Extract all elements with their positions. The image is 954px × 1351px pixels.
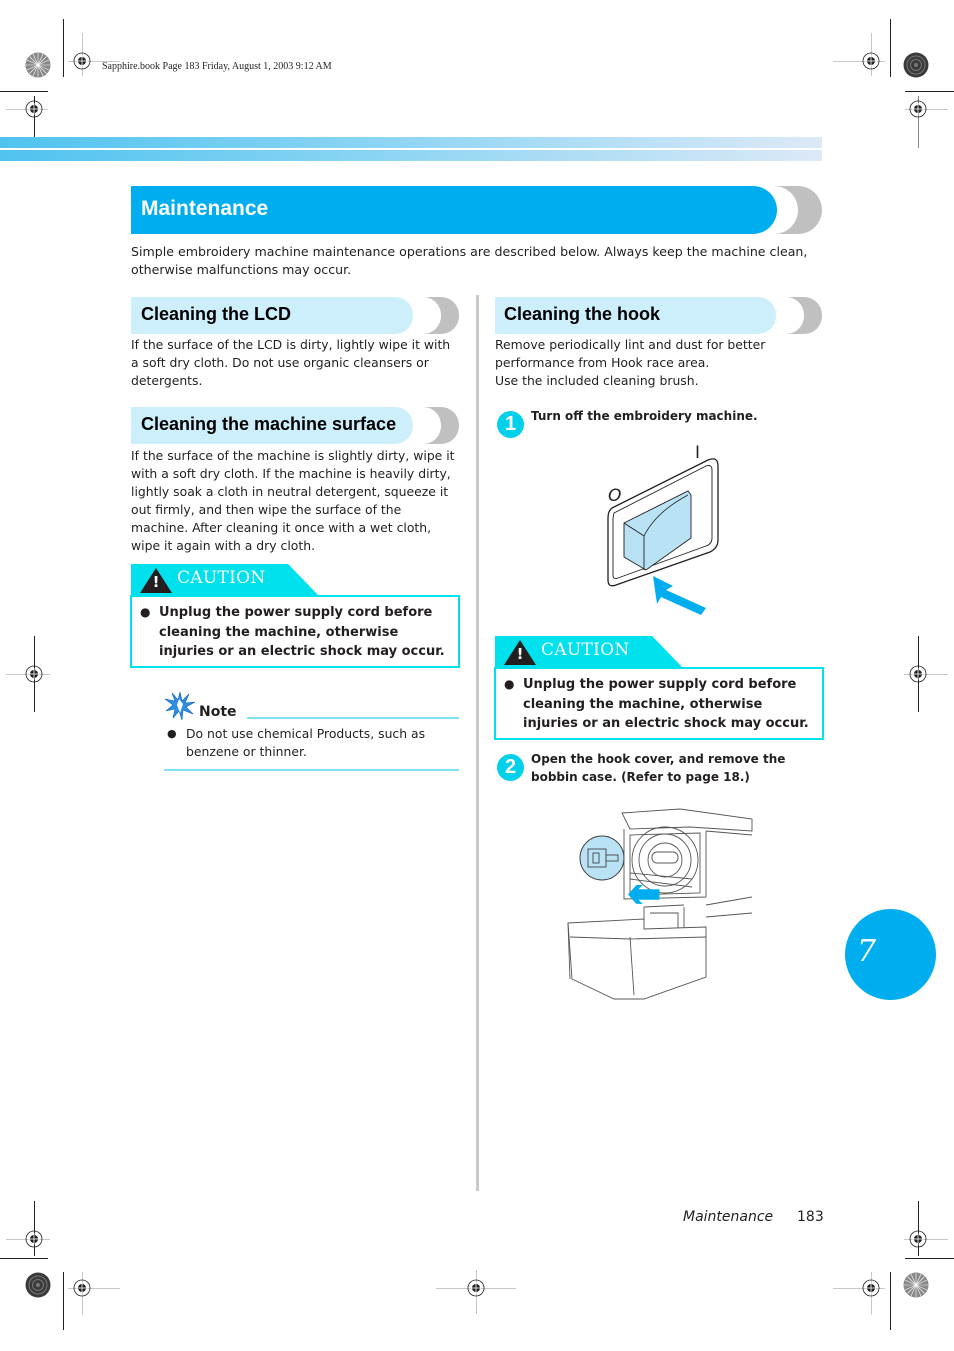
crop-line <box>63 19 64 77</box>
section-heading: Cleaning the LCD <box>141 304 292 324</box>
crop-line <box>63 1272 64 1330</box>
chapter-number: 7 <box>857 934 877 969</box>
press-arrow-icon <box>653 576 706 615</box>
crop-line <box>0 1258 48 1259</box>
note-rule-top <box>247 717 459 719</box>
step-number-1: 1 <box>497 411 524 438</box>
crop-line <box>890 19 891 77</box>
registration-mark-icon <box>25 665 43 683</box>
section-header-hook: Cleaning the hook <box>495 297 823 334</box>
crop-line <box>905 91 954 92</box>
color-rosette-icon <box>903 52 929 78</box>
footer-section-title: Maintenance <box>683 1209 774 1225</box>
power-switch-figure: I O <box>607 443 719 615</box>
step-text-1: Turn off the embroidery machine. <box>531 409 758 423</box>
step-number-2: 2 <box>497 754 524 781</box>
surface-body: If the surface of the machine is slightl… <box>131 448 455 553</box>
hook-cover-figure <box>567 808 753 1000</box>
bullet-icon: ● <box>504 677 515 691</box>
print-header-stamp: Sapphire.book Page 183 Friday, August 1,… <box>102 61 332 72</box>
section-heading: Cleaning the hook <box>504 304 661 324</box>
crop-line <box>890 1272 891 1330</box>
registration-mark-icon <box>909 1230 927 1248</box>
note-label: Note <box>199 704 237 720</box>
page-title: Maintenance <box>141 197 269 220</box>
step-text-2: Open the hook cover, and remove the bobb… <box>531 752 786 784</box>
header-band <box>0 137 822 148</box>
color-rosette-icon <box>903 1272 929 1298</box>
section-header-surface: Cleaning the machine surface <box>131 407 459 444</box>
registration-mark-icon <box>25 1230 43 1248</box>
registration-mark-icon <box>73 52 91 70</box>
lcd-body: If the surface of the LCD is dirty, ligh… <box>131 337 451 388</box>
note-rule-bottom <box>164 769 459 771</box>
header-band <box>0 150 822 161</box>
registration-mark-icon <box>909 100 927 118</box>
caution-label: CAUTION <box>177 568 266 588</box>
caution-box: ● Unplug the power supply cord before cl… <box>494 667 824 740</box>
registration-mark-icon <box>862 52 880 70</box>
caution-text: Unplug the power supply cord before clea… <box>523 677 809 731</box>
section-header-lcd: Cleaning the LCD <box>131 297 459 334</box>
caution-text: Unplug the power supply cord before clea… <box>159 605 445 659</box>
remove-arrow-icon <box>628 885 660 904</box>
switch-on-label: I <box>695 443 700 463</box>
page-number: 183 <box>797 1209 824 1225</box>
crop-line <box>905 1258 954 1259</box>
note-text: Do not use chemical Products, such as be… <box>186 726 426 759</box>
color-rosette-icon <box>25 52 51 78</box>
registration-mark-icon <box>467 1279 485 1297</box>
registration-mark-icon <box>909 665 927 683</box>
caution-box: ● Unplug the power supply cord before cl… <box>130 595 460 668</box>
section-heading: Cleaning the machine surface <box>141 414 397 434</box>
bullet-icon: ● <box>167 727 177 740</box>
caution-header: ! CAUTION <box>495 636 682 667</box>
registration-mark-icon <box>862 1279 880 1297</box>
caution-label: CAUTION <box>541 640 630 660</box>
crop-line <box>0 91 48 92</box>
caution-header: ! CAUTION <box>131 564 318 595</box>
color-rosette-icon <box>25 1272 51 1298</box>
bullet-icon: ● <box>140 605 151 619</box>
registration-mark-icon <box>73 1279 91 1297</box>
switch-off-label: O <box>608 486 621 506</box>
note-sparkle-icon <box>164 691 196 721</box>
hook-body: Remove periodically lint and dust for be… <box>495 337 766 388</box>
column-divider <box>476 295 479 1191</box>
intro-text: Simple embroidery machine maintenance op… <box>131 244 808 277</box>
registration-mark-icon <box>25 100 43 118</box>
